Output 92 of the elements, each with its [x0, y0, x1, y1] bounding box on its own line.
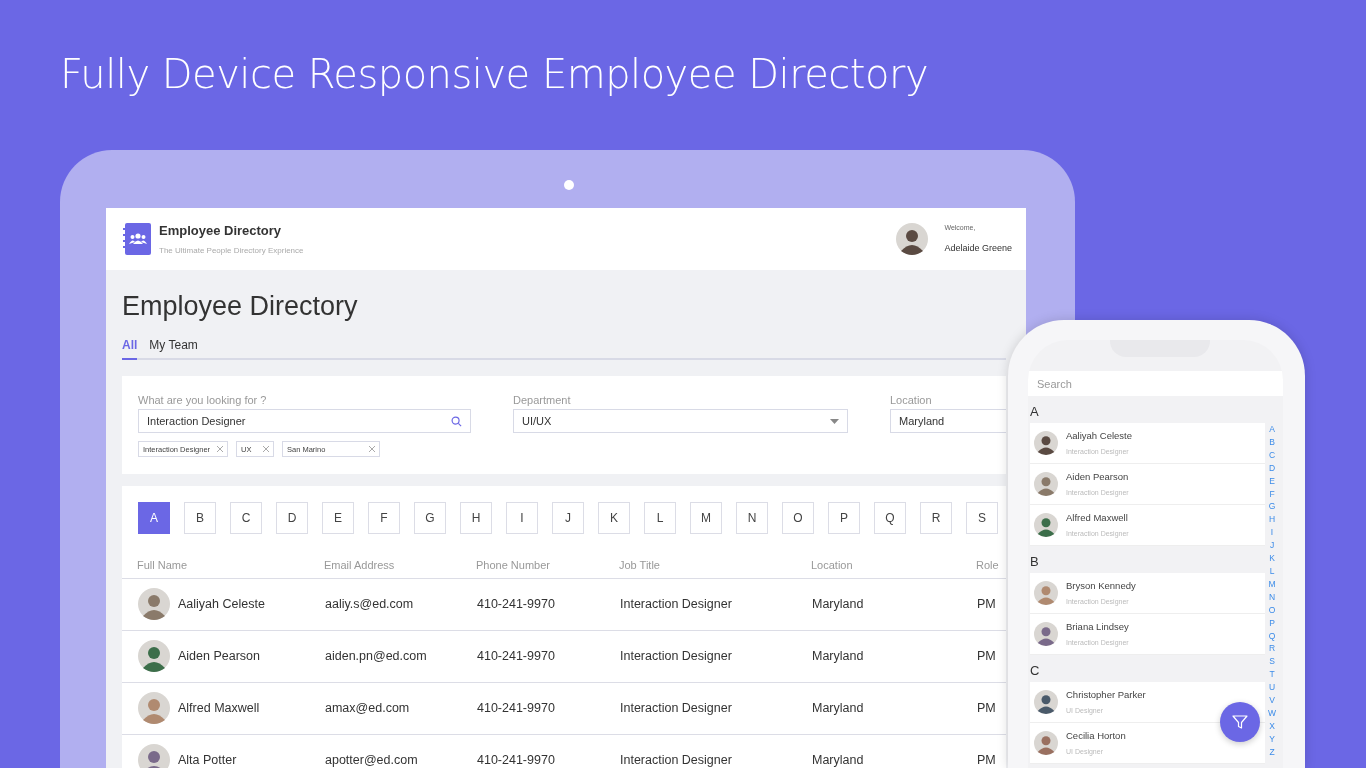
letter-filter-button[interactable]: O	[782, 502, 814, 535]
avatar	[138, 692, 170, 725]
section-letter: A	[1029, 403, 1040, 421]
tab[interactable]: My Team	[149, 336, 198, 361]
employee-name: Aiden Pearson	[178, 648, 260, 665]
field-label: Location	[890, 393, 933, 406]
user-name: Adelaide Greene	[944, 241, 1012, 255]
letter-filter-button[interactable]: E	[322, 502, 354, 535]
table-cell: PM	[977, 701, 996, 715]
avatar	[1034, 731, 1058, 755]
avatar	[138, 744, 170, 768]
table-cell: 410-241-9970	[477, 597, 555, 611]
contact-name: Alfred Maxwell	[1066, 510, 1129, 525]
employee-name: Alfred Maxwell	[178, 700, 260, 717]
column-header: Phone Number	[476, 552, 619, 579]
search-icon	[451, 415, 462, 427]
tab[interactable]: All	[122, 336, 138, 361]
letter-filter-button[interactable]: A	[138, 502, 170, 535]
caret-icon	[830, 418, 839, 424]
camera-dot	[564, 180, 574, 190]
letter-filter-button[interactable]: L	[644, 502, 676, 535]
table-cell: 410-241-9970	[477, 701, 555, 715]
table-cell: Maryland	[812, 597, 864, 611]
letter-filter-button[interactable]: P	[828, 502, 860, 535]
logo-icon	[123, 223, 151, 255]
avatar	[1034, 472, 1058, 496]
table-cell: Interaction Designer	[620, 649, 732, 663]
close-icon[interactable]	[217, 446, 223, 453]
letter-filter-button[interactable]: D	[276, 502, 308, 535]
letter-filter-button[interactable]: I	[506, 502, 538, 535]
page-title: Employee Directory	[121, 290, 359, 323]
email-link[interactable]: apotter@ed.com	[325, 753, 418, 767]
table-cell: 410-241-9970	[477, 649, 555, 663]
search-field[interactable]: Interaction Designer	[138, 409, 471, 434]
contact-name: Aiden Pearson	[1066, 469, 1129, 484]
letter-filter-button[interactable]: K	[598, 502, 630, 535]
letter-filter-button[interactable]: N	[736, 502, 768, 535]
letter-filter-button[interactable]: Q	[874, 502, 906, 535]
table-cell: Interaction Designer	[620, 753, 732, 767]
close-icon[interactable]	[263, 446, 269, 453]
employee-name: Alta Potter	[178, 752, 237, 768]
column-header: Job Title	[619, 552, 811, 579]
app-subtitle: The Ultimate People Directory Exprience	[159, 244, 304, 257]
avatar	[138, 588, 170, 621]
table-cell: Interaction Designer	[620, 597, 732, 611]
app-title: Employee Directory	[159, 222, 283, 241]
section-letter: C	[1029, 662, 1041, 680]
letter-filter-button[interactable]: J	[552, 502, 584, 535]
table-cell: PM	[977, 753, 996, 767]
letter-filter-button[interactable]: H	[460, 502, 492, 535]
letter-filter-button[interactable]: G	[414, 502, 446, 535]
table-cell: Maryland	[812, 753, 864, 767]
avatar	[896, 223, 929, 255]
column-header: Email Address	[324, 552, 476, 579]
table-cell: Interaction Designer	[620, 701, 732, 715]
avatar	[1034, 431, 1058, 455]
input-field[interactable]: Maryland	[890, 409, 1006, 434]
avatar	[1034, 690, 1058, 714]
section-letter: B	[1029, 553, 1040, 571]
table-cell: PM	[977, 597, 996, 611]
filter-icon	[1232, 714, 1248, 730]
table-cell: 410-241-9970	[477, 753, 555, 767]
headline: Fully Device Responsive Employee Directory	[59, 50, 930, 96]
table-cell: Maryland	[812, 701, 864, 715]
field-label: What are you looking for ?	[138, 393, 268, 406]
avatar	[1034, 581, 1058, 605]
email-link[interactable]: aiden.pn@ed.com	[325, 649, 427, 663]
field-label: Department	[513, 393, 572, 406]
table-cell: PM	[977, 649, 996, 663]
email-link[interactable]: aaliy.s@ed.com	[325, 597, 414, 611]
letter-filter-button[interactable]: R	[920, 502, 952, 535]
contact-name: Bryson Kennedy	[1066, 578, 1136, 593]
column-header: Full Name	[122, 552, 324, 579]
avatar	[1034, 513, 1058, 537]
letter-filter-button[interactable]: M	[690, 502, 722, 535]
letter-filter-button[interactable]: B	[184, 502, 216, 535]
letter-filter-button[interactable]: C	[230, 502, 262, 535]
column-header: Location	[811, 552, 976, 579]
table-cell: Maryland	[812, 649, 864, 663]
employee-name: Aaliyah Celeste	[178, 596, 265, 613]
avatar	[138, 640, 170, 673]
contact-name: Aaliyah Celeste	[1066, 428, 1132, 443]
dropdown[interactable]: UI/UX	[513, 409, 848, 434]
contact-name: Christopher Parker	[1066, 687, 1146, 702]
avatar	[1034, 622, 1058, 646]
close-icon[interactable]	[369, 446, 375, 453]
contact-name: Cecilia Horton	[1066, 728, 1126, 743]
contact-name: Briana Lindsey	[1066, 619, 1129, 634]
email-link[interactable]: amax@ed.com	[325, 701, 410, 715]
letter-filter-button[interactable]: F	[368, 502, 400, 535]
column-header: Role	[976, 552, 1006, 579]
letter-filter-button[interactable]: S	[966, 502, 998, 535]
